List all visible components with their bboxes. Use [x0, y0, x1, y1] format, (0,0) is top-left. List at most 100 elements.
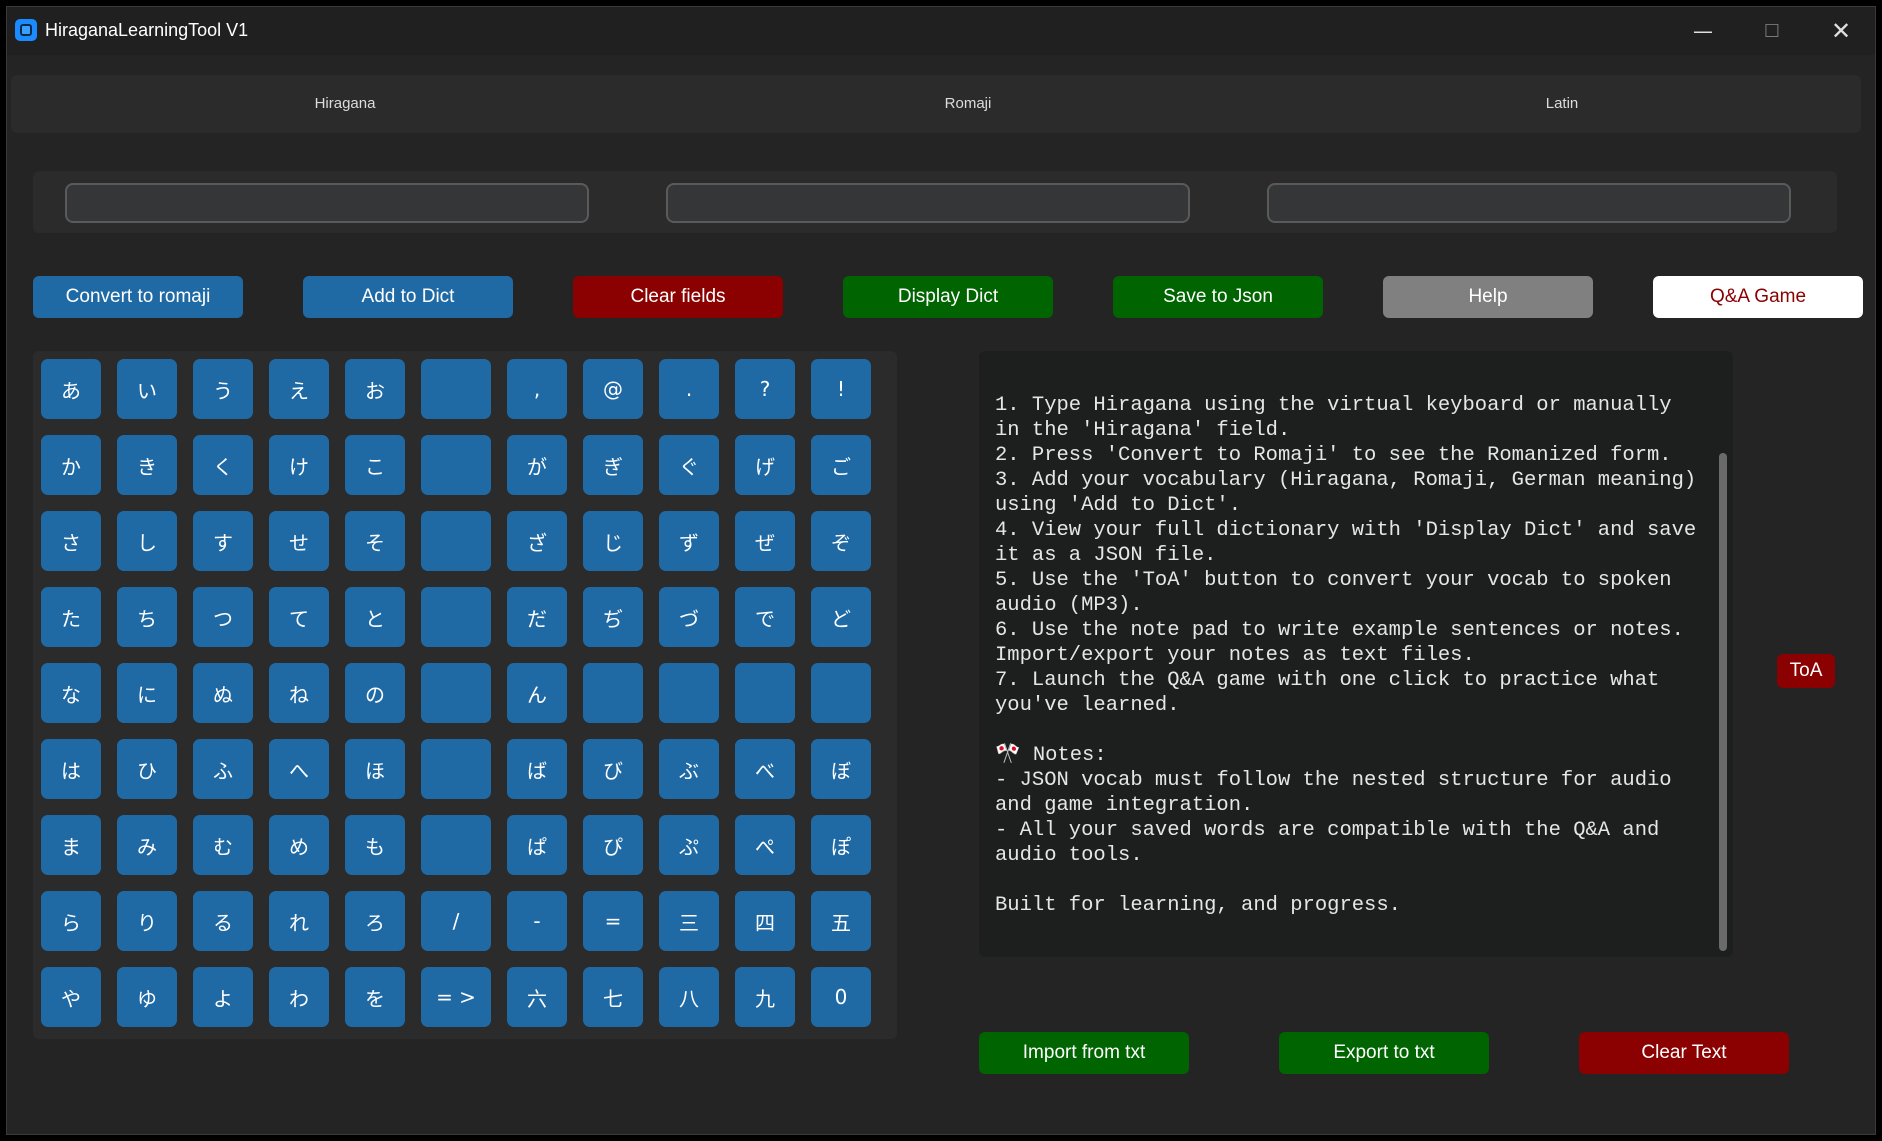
- key[interactable]: [421, 435, 491, 495]
- key[interactable]: づ: [659, 587, 719, 647]
- key[interactable]: -: [507, 891, 567, 951]
- key[interactable]: [583, 663, 643, 723]
- key[interactable]: つ: [193, 587, 253, 647]
- key[interactable]: @: [583, 359, 643, 419]
- key[interactable]: も: [345, 815, 405, 875]
- key[interactable]: ん: [507, 663, 567, 723]
- key[interactable]: ふ: [193, 739, 253, 799]
- key[interactable]: .: [659, 359, 719, 419]
- key[interactable]: ね: [269, 663, 329, 723]
- key[interactable]: お: [345, 359, 405, 419]
- latin-input[interactable]: [1267, 183, 1791, 223]
- key[interactable]: み: [117, 815, 177, 875]
- key[interactable]: !: [811, 359, 871, 419]
- key[interactable]: た: [41, 587, 101, 647]
- key[interactable]: あ: [41, 359, 101, 419]
- key[interactable]: ぬ: [193, 663, 253, 723]
- scrollbar-thumb[interactable]: [1719, 453, 1727, 951]
- key[interactable]: の: [345, 663, 405, 723]
- hiragana-input[interactable]: [65, 183, 589, 223]
- key[interactable]: い: [117, 359, 177, 419]
- key[interactable]: へ: [269, 739, 329, 799]
- title-bar[interactable]: HiraganaLearningTool V1 — ☐ ✕: [7, 7, 1875, 55]
- key[interactable]: で: [735, 587, 795, 647]
- key[interactable]: 四: [735, 891, 795, 951]
- key[interactable]: ぽ: [811, 815, 871, 875]
- key[interactable]: ぢ: [583, 587, 643, 647]
- key[interactable]: ば: [507, 739, 567, 799]
- key[interactable]: だ: [507, 587, 567, 647]
- key[interactable]: ぎ: [583, 435, 643, 495]
- key[interactable]: ?: [735, 359, 795, 419]
- key[interactable]: ぴ: [583, 815, 643, 875]
- key[interactable]: ぜ: [735, 511, 795, 571]
- key[interactable]: り: [117, 891, 177, 951]
- convert-to-romaji-button[interactable]: Convert to romaji: [33, 276, 243, 318]
- key[interactable]: 五: [811, 891, 871, 951]
- key[interactable]: ま: [41, 815, 101, 875]
- key[interactable]: う: [193, 359, 253, 419]
- key[interactable]: ほ: [345, 739, 405, 799]
- notes-pad[interactable]: 1. Type Hiragana using the virtual keybo…: [979, 351, 1733, 957]
- key[interactable]: き: [117, 435, 177, 495]
- key[interactable]: え: [269, 359, 329, 419]
- key[interactable]: [421, 663, 491, 723]
- key[interactable]: ぶ: [659, 739, 719, 799]
- key[interactable]: ぷ: [659, 815, 719, 875]
- key[interactable]: を: [345, 967, 405, 1027]
- save-to-json-button[interactable]: Save to Json: [1113, 276, 1323, 318]
- key[interactable]: め: [269, 815, 329, 875]
- key[interactable]: よ: [193, 967, 253, 1027]
- key[interactable]: れ: [269, 891, 329, 951]
- key[interactable]: ろ: [345, 891, 405, 951]
- key[interactable]: と: [345, 587, 405, 647]
- export-to-txt-button[interactable]: Export to txt: [1279, 1032, 1489, 1074]
- key[interactable]: ,: [507, 359, 567, 419]
- notes-scrollbar[interactable]: [1717, 359, 1729, 951]
- close-button[interactable]: ✕: [1811, 13, 1871, 49]
- qa-game-button[interactable]: Q&A Game: [1653, 276, 1863, 318]
- key[interactable]: ぺ: [735, 815, 795, 875]
- key[interactable]: こ: [345, 435, 405, 495]
- key[interactable]: ぐ: [659, 435, 719, 495]
- key[interactable]: [421, 739, 491, 799]
- key[interactable]: な: [41, 663, 101, 723]
- key[interactable]: ぞ: [811, 511, 871, 571]
- key[interactable]: し: [117, 511, 177, 571]
- key[interactable]: じ: [583, 511, 643, 571]
- key[interactable]: ゆ: [117, 967, 177, 1027]
- key[interactable]: = >: [421, 967, 491, 1027]
- key[interactable]: 九: [735, 967, 795, 1027]
- key[interactable]: 八: [659, 967, 719, 1027]
- key[interactable]: け: [269, 435, 329, 495]
- romaji-input[interactable]: [666, 183, 1190, 223]
- minimize-button[interactable]: —: [1673, 13, 1733, 49]
- key[interactable]: [659, 663, 719, 723]
- clear-fields-button[interactable]: Clear fields: [573, 276, 783, 318]
- key[interactable]: 0: [811, 967, 871, 1027]
- key[interactable]: ぱ: [507, 815, 567, 875]
- add-to-dict-button[interactable]: Add to Dict: [303, 276, 513, 318]
- key[interactable]: [735, 663, 795, 723]
- key[interactable]: さ: [41, 511, 101, 571]
- toa-button[interactable]: ToA: [1777, 654, 1835, 688]
- key[interactable]: [811, 663, 871, 723]
- key[interactable]: [421, 587, 491, 647]
- key[interactable]: る: [193, 891, 253, 951]
- key[interactable]: び: [583, 739, 643, 799]
- key[interactable]: か: [41, 435, 101, 495]
- key[interactable]: そ: [345, 511, 405, 571]
- key[interactable]: は: [41, 739, 101, 799]
- key[interactable]: 三: [659, 891, 719, 951]
- key[interactable]: べ: [735, 739, 795, 799]
- key[interactable]: む: [193, 815, 253, 875]
- key[interactable]: [421, 359, 491, 419]
- key[interactable]: わ: [269, 967, 329, 1027]
- key[interactable]: く: [193, 435, 253, 495]
- key[interactable]: ち: [117, 587, 177, 647]
- key[interactable]: ど: [811, 587, 871, 647]
- key[interactable]: [421, 511, 491, 571]
- key[interactable]: /: [421, 891, 491, 951]
- key[interactable]: ぼ: [811, 739, 871, 799]
- import-from-txt-button[interactable]: Import from txt: [979, 1032, 1189, 1074]
